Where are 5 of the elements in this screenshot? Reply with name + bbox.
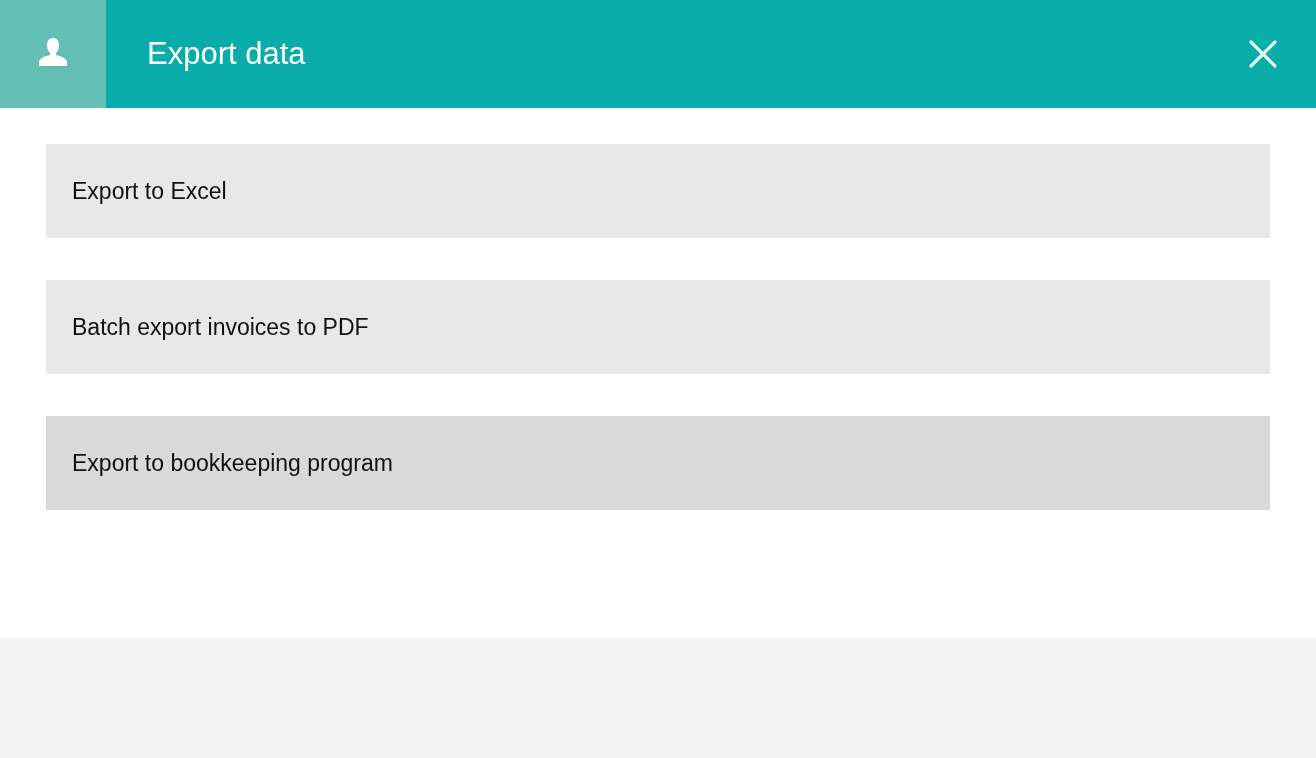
export-option[interactable]: Batch export invoices to PDF [46, 280, 1270, 374]
close-icon [1248, 39, 1278, 69]
export-option[interactable]: Export to bookkeeping program [46, 416, 1270, 510]
export-option[interactable]: Export to Excel [46, 144, 1270, 238]
dialog-title: Export data [147, 36, 307, 72]
